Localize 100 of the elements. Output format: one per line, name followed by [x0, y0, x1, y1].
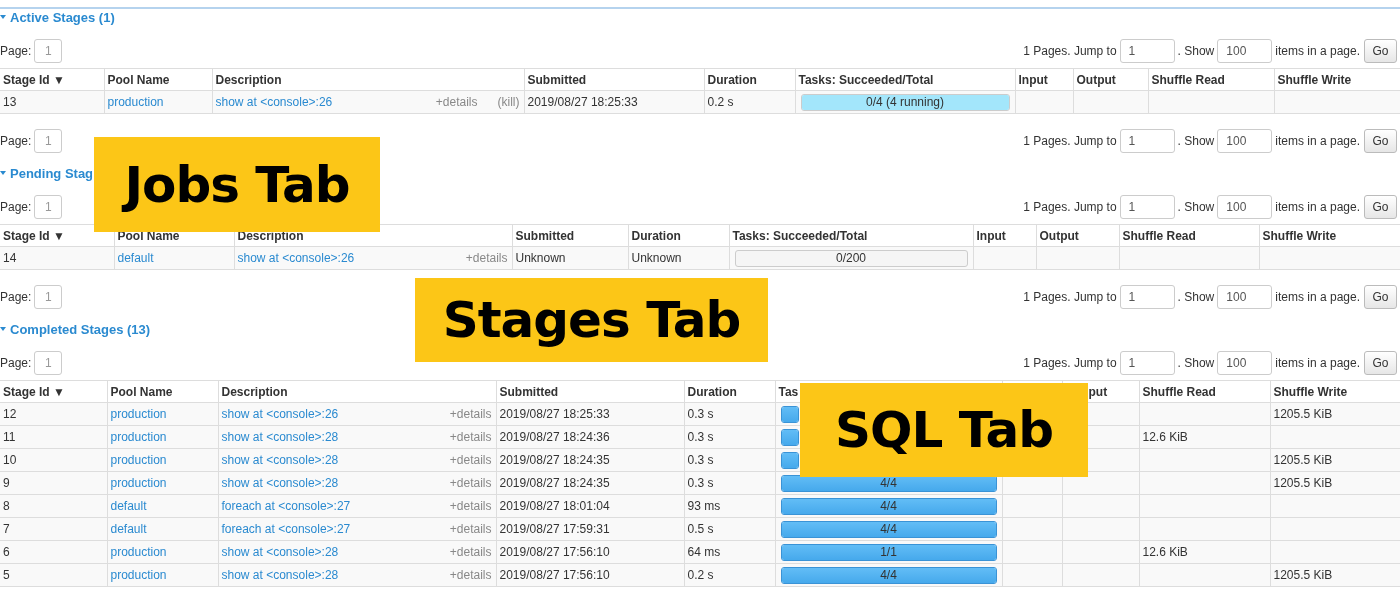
description-link[interactable]: foreach at <console>:27 — [221, 522, 351, 536]
column-header[interactable]: Description — [221, 384, 288, 399]
show-label: . Show — [1177, 290, 1215, 304]
table-cell: 2019/08/27 18:24:35 — [496, 471, 684, 495]
show-label: . Show — [1177, 44, 1215, 58]
pager-summary: 1 Pages. Jump to — [1023, 134, 1117, 148]
table-cell: 1205.5 KiB — [1270, 448, 1400, 472]
details-link[interactable]: +details — [465, 251, 508, 265]
jump-field[interactable]: 1 — [1119, 285, 1175, 309]
items-label: items in a page. — [1275, 44, 1360, 58]
details-link[interactable]: +details — [449, 568, 492, 582]
details-link[interactable]: +details — [449, 476, 492, 490]
jump-field[interactable]: 1 — [1119, 129, 1175, 153]
section-heading[interactable]: Active Stages (1) — [0, 9, 115, 25]
pager-summary: 1 Pages. Jump to — [1023, 290, 1117, 304]
items-label: items in a page. — [1275, 356, 1360, 370]
table-cell: 6 — [0, 540, 107, 564]
details-link[interactable]: +details — [449, 453, 492, 467]
table-cell: 2019/08/27 18:25:33 — [524, 90, 704, 114]
description-link[interactable]: show at <console>:28 — [221, 430, 339, 444]
page-label: Page: — [0, 356, 32, 370]
caret-down-icon — [0, 326, 6, 332]
details-link[interactable]: +details — [449, 545, 492, 559]
description-link[interactable]: show at <console>:28 — [221, 568, 339, 582]
table-cell: 2019/08/27 17:56:10 — [496, 563, 684, 587]
table-cell: 8 — [0, 494, 107, 518]
table-cell: 2019/08/27 17:59:31 — [496, 517, 684, 541]
progress-label: 4/4 — [879, 498, 898, 514]
page-label: Page: — [0, 200, 32, 214]
page-size-field[interactable]: 100 — [1217, 195, 1273, 219]
go-button[interactable]: Go — [1364, 351, 1397, 375]
items-label: items in a page. — [1275, 290, 1360, 304]
pager-summary: 1 Pages. Jump to — [1023, 44, 1117, 58]
page-size-field[interactable]: 100 — [1217, 39, 1273, 63]
jump-field[interactable]: 1 — [1119, 351, 1175, 375]
column-header[interactable]: Tas — [778, 384, 799, 399]
caret-down-icon — [0, 170, 6, 176]
page-label: Page: — [0, 44, 32, 58]
overlay-label: SQL Tab — [800, 383, 1088, 477]
go-button[interactable]: Go — [1364, 195, 1397, 219]
kill-link[interactable]: (kill) — [497, 95, 520, 109]
description-link[interactable]: foreach at <console>:27 — [221, 499, 351, 513]
table-cell: 2019/08/27 18:01:04 — [496, 494, 684, 518]
progress-label: 0/200 — [835, 250, 867, 266]
items-label: items in a page. — [1275, 134, 1360, 148]
table-cell: Unknown — [512, 246, 628, 270]
progress-label: 4/4 — [879, 567, 898, 583]
table-cell: 12.6 KiB — [1139, 540, 1270, 564]
show-label: . Show — [1177, 200, 1215, 214]
column-header[interactable]: Description — [215, 72, 282, 87]
pool-link[interactable]: default — [110, 522, 147, 536]
jump-field[interactable]: 1 — [1119, 39, 1175, 63]
table-cell: 12.6 KiB — [1139, 425, 1270, 449]
table-cell: 10 — [0, 448, 107, 472]
go-button[interactable]: Go — [1364, 129, 1397, 153]
description-link[interactable]: show at <console>:28 — [221, 476, 339, 490]
section-heading[interactable]: Completed Stages (13) — [0, 321, 151, 337]
description-link[interactable]: show at <console>:26 — [237, 251, 355, 265]
details-link[interactable]: +details — [449, 522, 492, 536]
table-cell: 1205.5 KiB — [1270, 471, 1400, 495]
page-size-field[interactable]: 100 — [1217, 351, 1273, 375]
pool-link[interactable]: default — [117, 251, 154, 265]
table-cell: 9 — [0, 471, 107, 495]
details-link[interactable]: +details — [449, 407, 492, 421]
page-size-field[interactable]: 100 — [1217, 285, 1273, 309]
overlay-label: Jobs Tab — [94, 137, 380, 232]
progress-label: 0/4 (4 running) — [864, 94, 945, 110]
pool-link[interactable]: default — [110, 499, 147, 513]
items-label: items in a page. — [1275, 200, 1360, 214]
progress-label: 4/4 — [879, 475, 898, 491]
go-button[interactable]: Go — [1364, 285, 1397, 309]
jump-field[interactable]: 1 — [1119, 195, 1175, 219]
overlay-label: Stages Tab — [415, 278, 768, 362]
page-label: Page: — [0, 134, 32, 148]
table-cell: 2019/08/27 18:25:33 — [496, 402, 684, 426]
table-cell: 2019/08/27 18:24:36 — [496, 425, 684, 449]
details-link[interactable]: +details — [449, 430, 492, 444]
table-cell: 11 — [0, 425, 107, 449]
table-cell: 2019/08/27 18:24:35 — [496, 448, 684, 472]
progress-label: 1/1 — [879, 544, 898, 560]
description-link[interactable]: show at <console>:28 — [221, 545, 339, 559]
column-header[interactable]: put — [1088, 384, 1108, 399]
table-cell: 7 — [0, 517, 107, 541]
details-link[interactable]: +details — [435, 95, 478, 109]
page-size-field[interactable]: 100 — [1217, 129, 1273, 153]
description-link[interactable]: show at <console>:28 — [221, 453, 339, 467]
pager-summary: 1 Pages. Jump to — [1023, 356, 1117, 370]
table-cell: 5 — [0, 563, 107, 587]
show-label: . Show — [1177, 134, 1215, 148]
details-link[interactable]: +details — [449, 499, 492, 513]
table-cell: 13 — [0, 90, 104, 114]
pager-summary: 1 Pages. Jump to — [1023, 200, 1117, 214]
table-cell: 2019/08/27 17:56:10 — [496, 540, 684, 564]
description-link[interactable]: show at <console>:26 — [221, 407, 339, 421]
table-cell: 1205.5 KiB — [1270, 563, 1400, 587]
table-cell: 14 — [0, 246, 114, 270]
progress-label: 4/4 — [879, 521, 898, 537]
section-heading[interactable]: Pending Stag — [0, 165, 94, 181]
go-button[interactable]: Go — [1364, 39, 1397, 63]
description-link[interactable]: show at <console>:26 — [215, 95, 333, 109]
